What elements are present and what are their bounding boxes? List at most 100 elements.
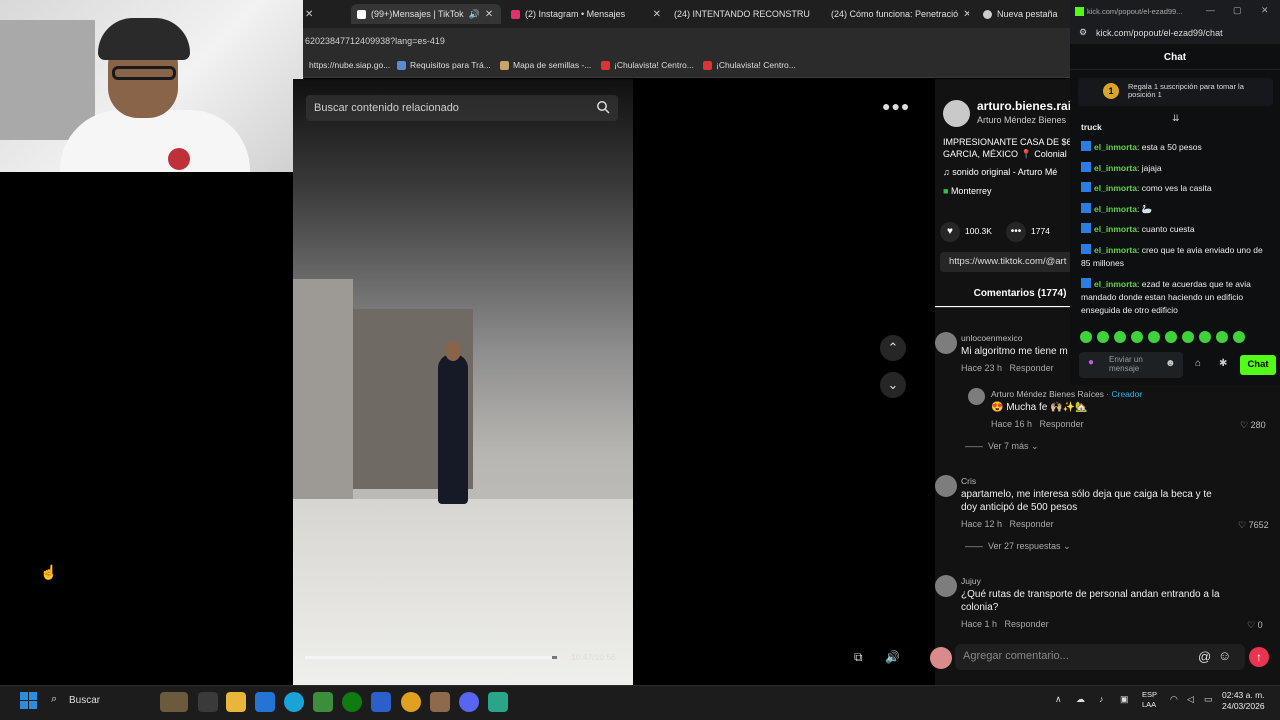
- avatar[interactable]: [935, 575, 957, 597]
- obs-icon[interactable]: [488, 692, 508, 712]
- app-tray-icon[interactable]: ▣: [1120, 694, 1129, 705]
- reply-button[interactable]: Responder: [1040, 419, 1084, 429]
- search-icon[interactable]: ⌕: [51, 693, 57, 706]
- store-icon[interactable]: [255, 692, 275, 712]
- sound-link[interactable]: ♫ sonido original - Arturo Mé: [943, 167, 1070, 177]
- volume-icon[interactable]: ◁: [1187, 694, 1194, 705]
- maximize-icon[interactable]: ▢: [1233, 5, 1242, 16]
- bookmark-item[interactable]: ¡Chulavista! Centro...: [703, 60, 796, 70]
- kick-address-bar[interactable]: ⚙ kick.com/popout/el-ezad99/chat: [1070, 22, 1280, 44]
- app-icon[interactable]: [430, 692, 450, 712]
- chat-username[interactable]: el_inmorta: [1094, 204, 1137, 214]
- bookmark-item[interactable]: Mapa de semillas -...: [500, 60, 591, 70]
- avatar[interactable]: [943, 100, 970, 127]
- comment-user[interactable]: Cris: [961, 476, 1161, 486]
- avatar[interactable]: [935, 332, 957, 354]
- comment-icon[interactable]: •••: [1006, 222, 1026, 242]
- reply-button[interactable]: Responder: [1005, 619, 1049, 629]
- edge-icon[interactable]: [284, 692, 304, 712]
- chevron-up-icon[interactable]: ∧: [1055, 694, 1062, 705]
- avatar[interactable]: [968, 388, 985, 405]
- chat-username[interactable]: el_inmorta: [1094, 279, 1137, 289]
- emote-icon[interactable]: [1182, 331, 1194, 343]
- view-more-replies[interactable]: —— Ver 27 respuestas ⌄: [965, 541, 1071, 552]
- tab-tiktok[interactable]: (99+)Mensajes | TikTok 🔊 ✕: [351, 4, 501, 24]
- send-comment-button[interactable]: ↑: [1249, 647, 1269, 667]
- address-bar[interactable]: 62023847712409938?lang=es-419: [303, 28, 1070, 54]
- language-indicator[interactable]: ESP LAA: [1142, 690, 1157, 710]
- bookmark-item[interactable]: ¡Chulavista! Centro...: [601, 60, 694, 70]
- chevron-down-icon[interactable]: ⌄: [880, 372, 906, 398]
- close-icon[interactable]: ✕: [1261, 5, 1269, 16]
- mic-icon[interactable]: ●: [1088, 357, 1094, 368]
- kick-chat-send-button[interactable]: Chat: [1240, 355, 1276, 375]
- vscode-icon[interactable]: [371, 692, 391, 712]
- chevron-up-icon[interactable]: ⌃: [880, 335, 906, 361]
- emote-icon[interactable]: [1216, 331, 1228, 343]
- chrome-icon[interactable]: [401, 692, 421, 712]
- video-player[interactable]: [293, 79, 633, 685]
- taskbar-search[interactable]: Buscar: [69, 695, 100, 706]
- comment-user[interactable]: Jujuy: [961, 576, 1161, 586]
- kick-message-input[interactable]: ● Enviar un mensaje ☻: [1079, 352, 1183, 378]
- comment-user[interactable]: Arturo Méndez Bienes Raíces · Creador: [991, 389, 1191, 399]
- xbox-icon[interactable]: [342, 692, 362, 712]
- view-more-replies[interactable]: —— Ver 7 más ⌄: [965, 441, 1039, 452]
- widgets-icon[interactable]: [160, 692, 188, 712]
- battery-icon[interactable]: ▭: [1204, 694, 1213, 705]
- speaker-icon[interactable]: 🔊: [469, 9, 480, 20]
- clock[interactable]: 02:43 a. m. 24/03/2026: [1222, 690, 1265, 712]
- minimize-icon[interactable]: —: [1206, 5, 1215, 15]
- discord-icon[interactable]: [459, 692, 479, 712]
- chat-username[interactable]: el_inmorta: [1094, 183, 1137, 193]
- more-options-icon[interactable]: ●●●: [882, 98, 910, 114]
- emote-icon[interactable]: [1131, 331, 1143, 343]
- comment-likes[interactable]: ♡ 7652: [1238, 520, 1269, 531]
- emote-icon[interactable]: [1148, 331, 1160, 343]
- tab-youtube-2[interactable]: (24) Cómo funciona: Penetració ✕: [826, 4, 969, 24]
- close-icon[interactable]: ✕: [653, 9, 661, 20]
- pip-icon[interactable]: ⧉: [854, 650, 863, 665]
- avatar[interactable]: [930, 647, 952, 669]
- mic-icon[interactable]: ♪: [1099, 694, 1104, 704]
- bookmark-item[interactable]: https://nube.siap.go...: [309, 60, 390, 70]
- emote-icon[interactable]: [1165, 331, 1177, 343]
- bookmark-item[interactable]: Requisitos para Trá...: [397, 60, 491, 70]
- emoji-icon[interactable]: ☺: [1218, 648, 1231, 663]
- tab-new[interactable]: Nueva pestaña: [983, 4, 1068, 24]
- volume-icon[interactable]: 🔊: [885, 650, 900, 664]
- file-explorer-icon[interactable]: [226, 692, 246, 712]
- gear-icon[interactable]: ✱: [1219, 358, 1227, 369]
- related-search-input[interactable]: Buscar contenido relacionado: [306, 95, 618, 121]
- chat-username[interactable]: el_inmorta: [1094, 163, 1137, 173]
- wifi-icon[interactable]: ◠: [1170, 694, 1178, 705]
- windows-start-icon[interactable]: [20, 692, 37, 709]
- reply-button[interactable]: Responder: [1010, 363, 1054, 373]
- emoji-icon[interactable]: ☻: [1165, 358, 1176, 369]
- close-icon[interactable]: ✕: [963, 9, 969, 20]
- gift-sub-banner[interactable]: 1 Regala 1 suscripción para tomar la pos…: [1078, 78, 1273, 106]
- author-username[interactable]: arturo.bienes.rai: [977, 99, 1070, 113]
- location-tag[interactable]: ■ Monterrey: [943, 186, 1070, 196]
- emote-icon[interactable]: [1114, 331, 1126, 343]
- copy-link-field[interactable]: https://www.tiktok.com/@art: [940, 252, 1080, 272]
- tab-close-prev[interactable]: ✕: [305, 4, 313, 24]
- chat-username[interactable]: el_inmorta: [1094, 224, 1137, 234]
- chat-username[interactable]: el_inmorta: [1094, 142, 1137, 152]
- heart-icon[interactable]: ♥: [940, 222, 960, 242]
- tab-instagram[interactable]: (2) Instagram • Mensajes ✕: [511, 4, 661, 24]
- emote-icon[interactable]: [1097, 331, 1109, 343]
- emote-icon[interactable]: [1080, 331, 1092, 343]
- comment-likes[interactable]: ♡ 0: [1247, 620, 1263, 631]
- tab-youtube-1[interactable]: (24) INTENTANDO RECONSTRU ✕: [669, 4, 815, 24]
- cloud-icon[interactable]: ☁: [1076, 694, 1085, 705]
- comment-user[interactable]: unlocoenmexico: [961, 333, 1070, 343]
- close-icon[interactable]: ✕: [485, 9, 493, 20]
- task-view-icon[interactable]: [198, 692, 218, 712]
- emote-icon[interactable]: [1233, 331, 1245, 343]
- minecraft-icon[interactable]: [313, 692, 333, 712]
- reply-button[interactable]: Responder: [1010, 519, 1054, 529]
- mention-icon[interactable]: @: [1198, 649, 1211, 664]
- search-icon[interactable]: [596, 100, 610, 114]
- store-icon[interactable]: ⌂: [1195, 358, 1201, 369]
